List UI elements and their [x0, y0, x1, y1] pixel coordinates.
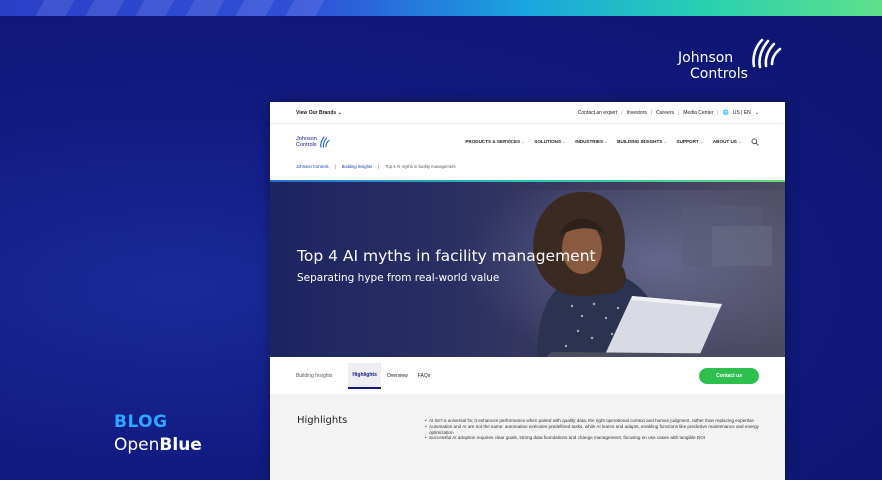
nav-support[interactable]: SUPPORT — [677, 139, 704, 145]
search-icon[interactable] — [751, 138, 759, 146]
jci-flame-icon — [319, 136, 330, 148]
locale-selector[interactable]: US | EN — [733, 110, 751, 116]
nav-links: PRODUCTS & SERVICES SOLUTIONS INDUSTRIES… — [465, 138, 759, 146]
list-item: Successful AI adoption requires clear go… — [425, 435, 760, 441]
tab-highlights[interactable]: Highlights — [348, 362, 381, 389]
nav-solutions[interactable]: SOLUTIONS — [534, 139, 566, 145]
tab-faqs[interactable]: FAQs — [414, 364, 435, 388]
contact-us-button[interactable]: Contact us — [699, 367, 759, 384]
woman-with-laptop-image — [533, 191, 782, 357]
jci-flame-icon — [752, 38, 782, 69]
nav-building-insights[interactable]: BUILDING INSIGHTS — [617, 139, 667, 145]
highlights-section: Highlights AI isn't a universal fix; it … — [270, 395, 785, 480]
hero-title: Top 4 AI myths in facility management — [297, 247, 596, 265]
johnson-controls-logo: Johnson Controls — [678, 36, 788, 86]
website-screenshot: View Our Brands ⌄ Contact an expert | In… — [270, 102, 785, 480]
tab-overview[interactable]: Overview — [383, 364, 412, 388]
globe-icon: 🌐 — [722, 109, 729, 116]
nav-industries[interactable]: INDUSTRIES — [575, 139, 608, 145]
chevron-down-icon: ⌄ — [754, 109, 759, 116]
hero-subtitle: Separating hype from real-world value — [297, 272, 500, 284]
site-logo[interactable]: Johnson Controls — [296, 136, 331, 148]
highlights-list: AI isn't a universal fix; it enhances pe… — [425, 418, 760, 441]
hero-banner: Top 4 AI myths in facility management Se… — [270, 180, 785, 357]
utility-links: Contact an expert | Investors | Careers … — [577, 109, 759, 116]
brand-line2: Controls — [690, 66, 748, 82]
page-subnav: Building Insights Highlights Overview FA… — [270, 357, 785, 395]
media-center-link[interactable]: Media Center — [683, 110, 713, 116]
breadcrumb-building-insights[interactable]: Building Insights — [342, 164, 373, 169]
brand-line1: Johnson — [678, 50, 734, 66]
breadcrumb: Johnson Controls | Building Insights | T… — [296, 163, 456, 169]
utility-bar: View Our Brands ⌄ Contact an expert | In… — [270, 102, 785, 124]
site-logo-line2: Controls — [296, 142, 317, 148]
subnav-section-label: Building Insights — [296, 372, 333, 379]
careers-link[interactable]: Careers — [656, 110, 674, 116]
openblue-label: OpenBlue — [114, 435, 202, 455]
breadcrumb-current: Top 4 AI myths in facility management — [385, 163, 456, 169]
list-item: Automation and AI are not the same: auto… — [425, 424, 760, 436]
highlights-heading: Highlights — [297, 415, 348, 426]
blog-caption: BLOG OpenBlue — [114, 412, 202, 455]
view-brands-link[interactable]: View Our Brands ⌄ — [296, 110, 342, 116]
hero-accent-line — [270, 180, 785, 182]
investors-link[interactable]: Investors — [627, 110, 647, 116]
main-nav: Johnson Controls PRODUCTS & SERVICES SOL… — [270, 124, 785, 160]
openblue-bold: Blue — [159, 435, 202, 455]
breadcrumb-home[interactable]: Johnson Controls — [296, 164, 329, 169]
contact-expert-link[interactable]: Contact an expert — [578, 110, 617, 116]
gradient-top-band — [0, 0, 882, 16]
blog-label: BLOG — [114, 412, 168, 432]
nav-products-services[interactable]: PRODUCTS & SERVICES — [465, 139, 525, 145]
openblue-regular: Open — [114, 435, 160, 455]
nav-about-us[interactable]: ABOUT US — [713, 139, 742, 145]
